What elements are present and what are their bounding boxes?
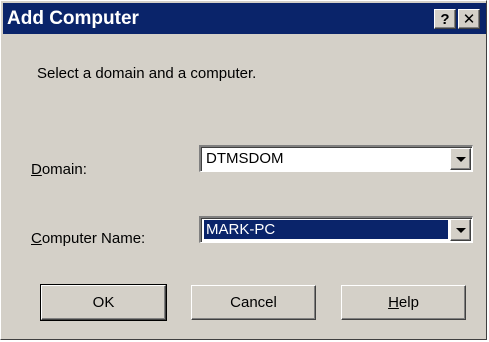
help-button-accelerator: H [388,294,399,311]
close-icon: ✕ [462,11,476,28]
help-button-text: elp [398,294,419,311]
computer-name-dropdown-button[interactable] [450,219,471,241]
cancel-button[interactable]: Cancel [191,285,316,320]
instruction-text: Select a domain and a computer. [37,65,257,82]
domain-label-text: omain: [41,161,87,178]
domain-label-accelerator: D [31,161,42,178]
computer-name-value: MARK-PC [203,219,449,240]
computer-name-label-text: omputer Name: [41,230,146,247]
add-computer-dialog: Add Computer ? ✕ Select a domain and a c… [0,0,487,340]
domain-value: DTMSDOM [206,150,284,167]
domain-combobox[interactable]: DTMSDOM [199,145,473,172]
computer-name-label: Computer Name: [31,230,145,247]
close-button[interactable]: ✕ [458,9,480,29]
domain-label: Domain: [31,161,87,178]
help-button[interactable]: Help [341,285,466,320]
title-bar[interactable]: Add Computer ? ✕ [3,3,486,34]
computer-name-combobox[interactable]: MARK-PC [199,216,473,243]
dialog-title: Add Computer [7,8,139,29]
chevron-down-icon [456,157,466,162]
question-mark-icon: ? [440,11,450,28]
computer-name-label-accelerator: C [31,230,42,247]
help-title-button[interactable]: ? [434,9,456,29]
ok-button[interactable]: OK [40,284,167,321]
chevron-down-icon [456,228,466,233]
domain-dropdown-button[interactable] [450,148,471,170]
